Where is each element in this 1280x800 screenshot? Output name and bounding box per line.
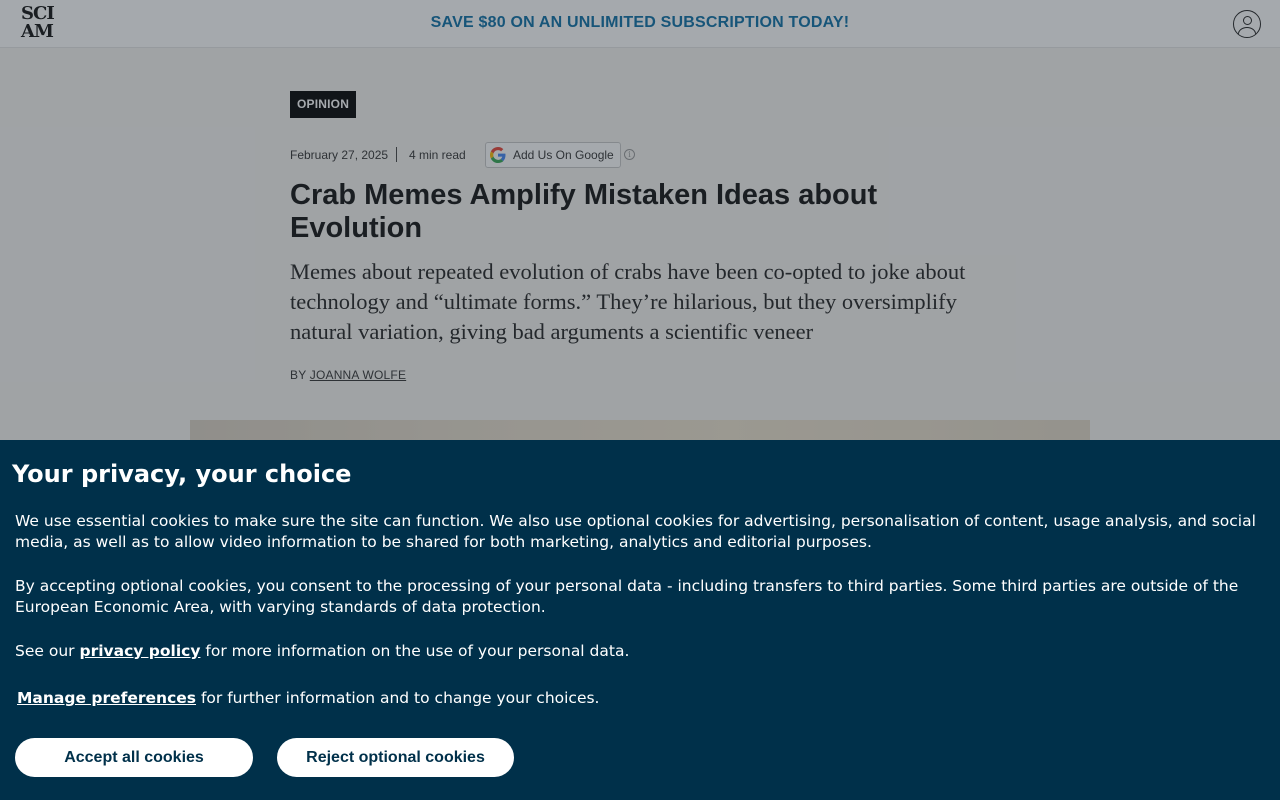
cookie-paragraph-privacy: See our privacy policy for more informat… xyxy=(15,641,1265,662)
privacy-suffix-text: for more information on the use of your … xyxy=(205,642,630,660)
cookie-paragraph-consent: By accepting optional cookies, you conse… xyxy=(15,577,1239,616)
manage-preferences-link[interactable]: Manage preferences xyxy=(17,689,196,707)
cookie-paragraph-manage: Manage preferences for further informati… xyxy=(17,688,1267,709)
cookie-banner-title: Your privacy, your choice xyxy=(12,460,352,488)
accept-all-cookies-button[interactable]: Accept all cookies xyxy=(15,738,253,777)
privacy-policy-link[interactable]: privacy policy xyxy=(79,642,200,660)
cookie-consent-banner: Your privacy, your choice We use essenti… xyxy=(0,440,1280,800)
reject-optional-cookies-button[interactable]: Reject optional cookies xyxy=(277,738,514,777)
manage-suffix-text: for further information and to change yo… xyxy=(200,689,600,707)
see-our-text: See our xyxy=(15,642,75,660)
cookie-paragraph-essential: We use essential cookies to make sure th… xyxy=(15,512,1256,551)
